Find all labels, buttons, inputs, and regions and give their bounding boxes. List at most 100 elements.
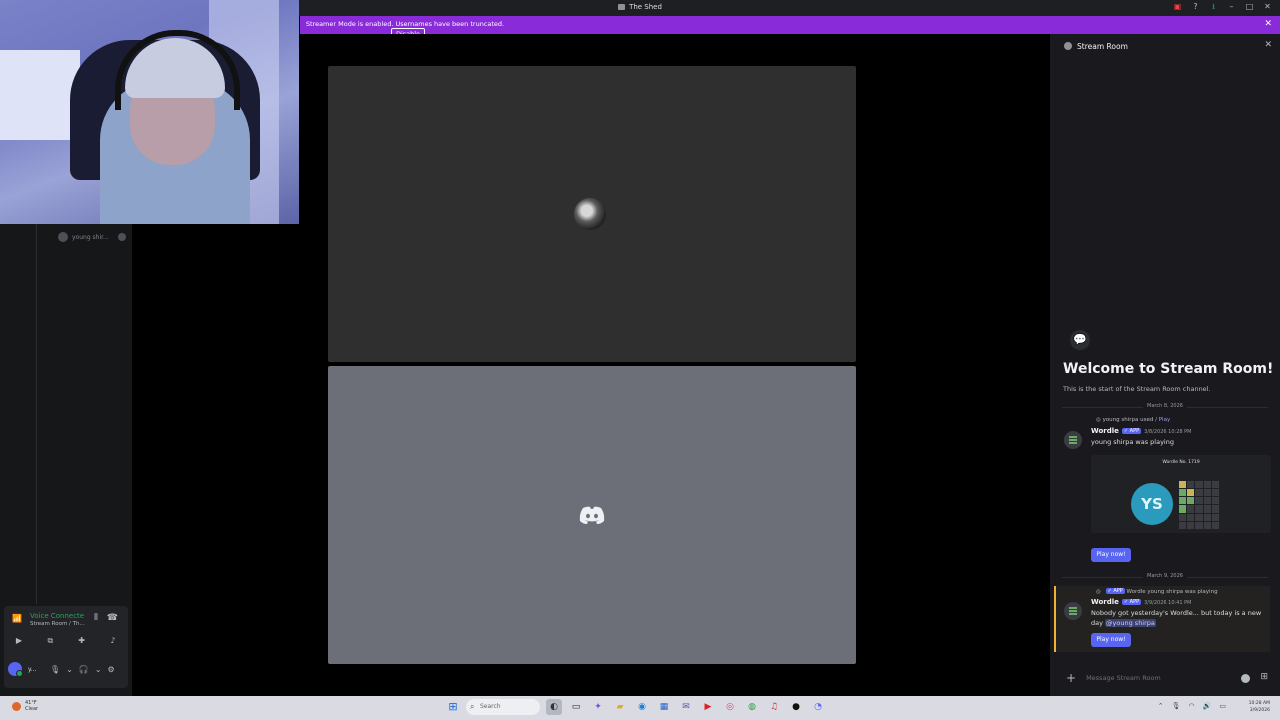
voice-member[interactable]: young shir... <box>58 232 126 242</box>
youtube-icon[interactable]: ▶ <box>700 699 716 715</box>
voice-actions: ▶ ⧉ ✚ ♪ <box>8 634 124 648</box>
app-badge: ✓ APP <box>1121 599 1142 605</box>
self-name[interactable]: y... <box>28 666 44 673</box>
channel-sidebar: young shir... 📶 Voice Connected Stream R… <box>0 224 132 696</box>
message-body: Nobody got yesterday's Wordle... but tod… <box>1091 609 1262 627</box>
music-icon[interactable]: ♫ <box>766 699 782 715</box>
video-tile-discord[interactable] <box>328 366 856 664</box>
chrome-icon[interactable]: ◍ <box>744 699 760 715</box>
instagram-icon[interactable]: ◎ <box>722 699 738 715</box>
chat-title: Stream Room <box>1077 41 1128 51</box>
close-icon[interactable]: ✕ <box>1263 2 1272 12</box>
member-name: young shir... <box>72 233 109 241</box>
wordle-grid <box>1179 481 1219 529</box>
screenshare-icon[interactable]: ⧉ <box>39 634 61 648</box>
wordle-avatar[interactable] <box>1064 602 1082 620</box>
download-icon[interactable]: ⭳ <box>1209 2 1218 12</box>
player-avatar: YS <box>1131 483 1173 525</box>
sidebar-divider <box>36 224 37 604</box>
volume-icon[interactable]: 🔊 <box>1203 702 1212 710</box>
weather-widget[interactable]: 41°F Clear <box>12 700 38 712</box>
title-bar-icons: ▣ ? ⭳ – □ ✕ <box>1173 2 1272 12</box>
banner-close-icon[interactable]: ✕ <box>1264 19 1272 29</box>
signal-icon: 📶 <box>12 614 22 623</box>
embed-caption: Wordle No. 1719 <box>1162 460 1200 465</box>
chat-panel: Stream Room ✕ 💬 Welcome to Stream Room! … <box>1050 34 1280 696</box>
video-tile-user[interactable] <box>328 66 856 362</box>
message-input[interactable]: Message Stream Room <box>1086 674 1161 682</box>
minimize-icon[interactable]: – <box>1227 2 1236 12</box>
welcome-title: Welcome to Stream Room! <box>1063 361 1274 377</box>
date-divider: March 9, 2026 <box>1062 573 1268 579</box>
thread-icon <box>1064 42 1072 50</box>
widgets-icon[interactable]: ◐ <box>546 699 562 715</box>
add-attachment-icon[interactable]: + <box>1066 671 1076 685</box>
camera-icon[interactable]: ▶ <box>8 634 30 648</box>
discord-logo-icon <box>579 506 605 524</box>
system-tray: ⌃ 🎙 ◠ 🔊 ▭ <box>1158 702 1226 710</box>
server-icon <box>618 4 626 10</box>
voice-status[interactable]: Voice Connected <box>30 612 84 620</box>
message-time: 3/9/2026 10:41 PM <box>1144 600 1192 606</box>
webcam-dresser <box>0 50 80 140</box>
spotify-icon[interactable]: ● <box>788 699 804 715</box>
voice-channel[interactable]: Stream Room / Th... <box>30 621 85 627</box>
user-avatar <box>574 198 606 230</box>
voice-panel: 📶 Voice Connected Stream Room / Th... ⦀ … <box>4 606 128 688</box>
app-badge: ✓ APP <box>1121 428 1142 434</box>
soundboard-icon[interactable]: ♪ <box>102 634 124 648</box>
chat-bubble-icon: 💬 <box>1070 330 1090 350</box>
taskbar-apps: ⊞ Search ◐ ▭ ✦ ▰ ◉ ▦ ✉ ▶ ◎ ◍ ♫ ● ◔ <box>446 699 826 715</box>
task-view-icon[interactable]: ▭ <box>568 699 584 715</box>
mic-tray-icon[interactable]: 🎙 <box>1172 702 1181 710</box>
reply-line[interactable]: ◎ young shirpa used / Play <box>1096 417 1170 423</box>
user-panel: y... 🎙 ⌄ 🎧 ⌄ ⚙ <box>8 658 124 680</box>
taskbar-clock[interactable]: 10:28 AM 3/9/2026 <box>1249 700 1270 714</box>
battery-icon[interactable]: ▭ <box>1219 702 1226 710</box>
settings-gear-icon[interactable]: ⚙ <box>108 665 115 674</box>
file-explorer-icon[interactable]: ▰ <box>612 699 628 715</box>
wifi-icon[interactable]: ◠ <box>1189 702 1195 710</box>
welcome-subtitle: This is the start of the Stream Room cha… <box>1063 385 1211 393</box>
store-icon[interactable]: ▦ <box>656 699 672 715</box>
member-status-icon <box>118 233 126 241</box>
weather-icon <box>12 701 21 711</box>
wordle-avatar[interactable] <box>1064 431 1082 449</box>
help-icon[interactable]: ? <box>1191 2 1200 12</box>
discord-icon[interactable]: ◔ <box>810 699 826 715</box>
copilot-icon[interactable]: ✦ <box>590 699 606 715</box>
start-icon[interactable]: ⊞ <box>446 700 460 714</box>
chat-close-icon[interactable]: ✕ <box>1264 40 1272 50</box>
mic-icon[interactable]: 🎙 <box>50 665 60 674</box>
user-mention[interactable]: @young shirpa <box>1105 619 1156 627</box>
play-now-button[interactable]: Play now! <box>1091 633 1131 647</box>
taskbar-search[interactable]: Search <box>466 699 540 715</box>
wordle-embed[interactable]: Wordle No. 1719 YS <box>1091 455 1271 533</box>
apps-icon[interactable]: ⊞ <box>1260 672 1268 682</box>
weather-desc: Clear <box>25 706 39 712</box>
message-body: young shirpa was playing <box>1091 438 1174 446</box>
mail-icon[interactable]: ✉ <box>678 699 694 715</box>
date-divider: March 8, 2026 <box>1062 403 1268 409</box>
webcam-overlay <box>0 0 299 224</box>
reply-line[interactable]: ◎ ✓ APP Wordle young shirpa was playing <box>1096 588 1218 595</box>
headphones-icon[interactable]: 🎧 <box>79 665 89 674</box>
maximize-icon[interactable]: □ <box>1245 2 1254 12</box>
emoji-icon[interactable] <box>1241 674 1250 683</box>
disconnect-icon[interactable]: ☎ <box>107 613 118 623</box>
activity-icon[interactable]: ✚ <box>71 634 93 648</box>
noise-suppression-icon[interactable]: ⦀ <box>94 613 98 623</box>
tray-chevron-icon[interactable]: ⌃ <box>1158 702 1164 710</box>
mic-chevron-icon[interactable]: ⌄ <box>66 665 73 674</box>
message-time: 3/8/2026 10:28 PM <box>1144 429 1192 435</box>
message-author[interactable]: Wordle ✓ APP 3/9/2026 10:41 PM <box>1091 598 1192 606</box>
headphones-chevron-icon[interactable]: ⌄ <box>95 665 102 674</box>
self-avatar[interactable] <box>8 662 23 677</box>
message-author[interactable]: Wordle ✓ APP 3/8/2026 10:28 PM <box>1091 427 1192 435</box>
play-now-button[interactable]: Play now! <box>1091 548 1131 562</box>
member-avatar <box>58 232 68 242</box>
chat-header: Stream Room ✕ <box>1050 34 1280 58</box>
edge-icon[interactable]: ◉ <box>634 699 650 715</box>
inbox-icon[interactable]: ▣ <box>1173 2 1182 12</box>
streamer-mode-banner: Streamer Mode is enabled. Usernames have… <box>300 16 1280 40</box>
